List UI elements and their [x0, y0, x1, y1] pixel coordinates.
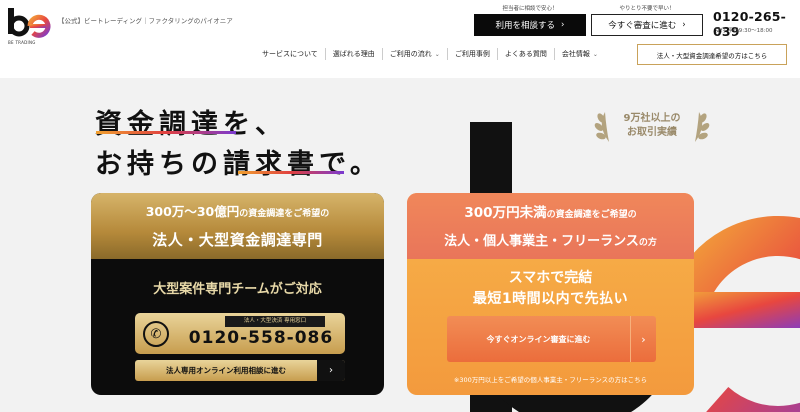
nav-item-faq[interactable]: よくある質問	[496, 48, 554, 60]
nav-item-label: ご利用の流れ	[389, 50, 432, 58]
target-audience: 法人・個人事業主・フリーランス	[444, 234, 639, 249]
award-line1: 9万社以上の	[623, 113, 681, 124]
nav-item-flow[interactable]: ご利用の流れ ⌄	[381, 48, 447, 60]
smartphone-complete-text: スマホで完結	[508, 270, 593, 286]
chevron-right-icon: ›	[630, 316, 656, 362]
phone-label: 法人・大型決済 専用窓口	[225, 316, 325, 327]
small-business-card-title1: 300万円未満の資金調達をご希望の	[407, 201, 694, 221]
online-review-label: 今すぐオンライン審査に進む	[486, 334, 591, 344]
corporate-card-title2: 法人・大型資金調達専門	[152, 231, 323, 249]
chevron-right-icon: ›	[682, 20, 686, 30]
small-business-card: 300万円未満の資金調達をご希望の 法人・個人事業主・フリーランスの方 スマホで…	[407, 193, 694, 395]
nav-item-company[interactable]: 会社情報 ⌄	[553, 48, 605, 60]
nav-item-service[interactable]: サービスについて	[255, 48, 325, 60]
review-callout: やりとり不要で早い！	[619, 6, 675, 12]
hero-headline-line2: お持ちの請求書で。	[95, 149, 382, 180]
nav-item-reasons[interactable]: 選ばれる理由	[324, 48, 382, 60]
main-nav: サービスについて 選ばれる理由 ご利用の流れ ⌄ ご利用事例 よくある質問 会社情…	[255, 44, 605, 64]
chevron-right-icon: ›	[317, 360, 345, 381]
site-tagline: 【公式】ビートレーディング｜ファクタリングのパイオニア	[58, 17, 233, 25]
corporate-online-label: 法人専用オンライン利用相談に進む	[166, 366, 286, 375]
review-button[interactable]: 今すぐ審査に進む ›	[591, 14, 703, 36]
chevron-down-icon: ⌄	[592, 50, 598, 58]
corporate-online-button[interactable]: 法人専用オンライン利用相談に進む ›	[135, 360, 345, 381]
consult-button[interactable]: 利用を相談する ›	[474, 14, 586, 36]
amount-limit: 300万円未満	[464, 205, 547, 221]
amount-range: 300万〜30億円	[145, 204, 240, 219]
corporate-card-subtitle: 大型案件専門チームがご対応	[153, 282, 322, 297]
corporate-link-button[interactable]: 法人・大型資金調達希望の方はこちら	[637, 44, 787, 65]
phone-hours: 受付 平日9:30〜18:00	[715, 28, 773, 34]
amount-suffix: の資金調達をご希望の	[239, 209, 330, 219]
consult-button-label: 利用を相談する	[495, 21, 556, 31]
corporate-card-title1: 300万〜30億円の資金調達をご希望の	[91, 201, 384, 220]
phone-icon: ✆	[143, 321, 169, 347]
chevron-down-icon: ⌄	[434, 50, 440, 58]
target-suffix: の方	[638, 238, 657, 248]
site-header: BE TRADING 【公式】ビートレーディング｜ファクタリングのパイオニア 担…	[0, 0, 800, 78]
logo-subtext: BE TRADING	[8, 40, 36, 45]
award-text: 9万社以上の お取引実績	[615, 112, 689, 139]
headline-underline	[96, 131, 236, 134]
headline-underline	[238, 171, 344, 174]
over-3m-link[interactable]: ※300万円以上をご希望の個人事業主・フリーランスの方はこちら	[407, 374, 694, 384]
nav-item-label: ご利用事例	[454, 50, 490, 58]
corporate-phone-button[interactable]: ✆ 法人・大型決済 専用窓口 0120-558-086	[135, 313, 345, 354]
chevron-right-icon: ›	[561, 20, 565, 30]
corporate-phone-number: 0120-558-086	[188, 328, 334, 348]
review-button-label: 今すぐ審査に進む	[608, 21, 677, 31]
nav-item-label: 選ばれる理由	[332, 50, 375, 58]
header-phone[interactable]: 0120-265-039	[713, 9, 800, 39]
award-line2: お取引実績	[627, 126, 677, 138]
fast-payment-text: 最短1時間以内で先払い	[472, 291, 629, 307]
nav-item-label: よくある質問	[504, 50, 547, 58]
corporate-card: 300万〜30億円の資金調達をご希望の 法人・大型資金調達専門 大型案件専門チー…	[91, 193, 384, 395]
hero-headline-line1: 資金調達を、	[95, 109, 287, 140]
nav-item-cases[interactable]: ご利用事例	[446, 48, 497, 60]
online-review-button[interactable]: 今すぐオンライン審査に進む ›	[447, 316, 656, 362]
consult-callout: 担当者に相談で安心！	[502, 6, 558, 12]
nav-item-label: 会社情報	[561, 50, 590, 58]
amount-suffix: の資金調達をご希望の	[546, 210, 637, 220]
small-business-card-title2: 法人・個人事業主・フリーランスの方	[407, 230, 694, 249]
nav-item-label: サービスについて	[262, 50, 318, 58]
